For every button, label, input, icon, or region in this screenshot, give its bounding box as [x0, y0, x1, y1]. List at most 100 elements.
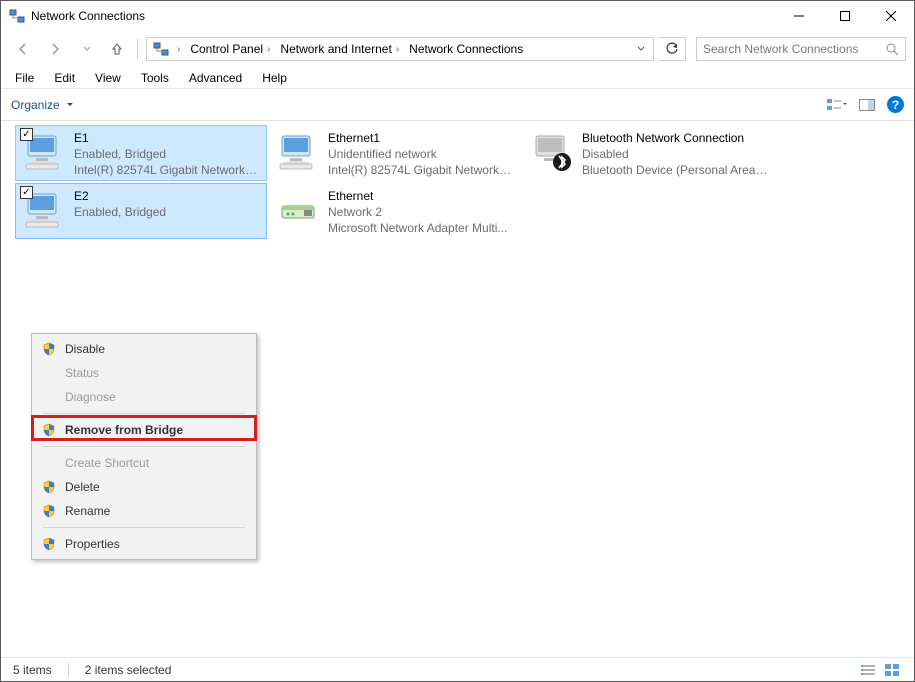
checkbox-icon[interactable]: ✓ — [20, 186, 33, 199]
recent-dropdown[interactable] — [73, 37, 101, 61]
connection-icon: ✓ — [22, 130, 66, 174]
organize-menu[interactable]: Organize — [11, 98, 74, 112]
uac-shield-icon — [41, 536, 57, 552]
breadcrumb-label: Network Connections — [409, 42, 523, 56]
context-menu-label: Remove from Bridge — [65, 423, 183, 437]
menu-tools[interactable]: Tools — [131, 69, 179, 87]
uac-shield-icon — [41, 503, 57, 519]
statusbar: 5 items 2 items selected — [1, 657, 914, 681]
connection-device: Bluetooth Device (Personal Area ... — [582, 162, 768, 178]
connection-name: E1 — [74, 130, 260, 146]
connection-item[interactable]: ✓ E1Enabled, BridgedIntel(R) 82574L Gigab… — [15, 125, 267, 181]
up-button[interactable] — [105, 37, 129, 61]
connection-item[interactable]: EthernetNetwork 2Microsoft Network Adapt… — [269, 183, 521, 239]
tiles-view-button[interactable] — [882, 661, 902, 679]
breadcrumb-root-chevron[interactable]: › — [173, 42, 186, 57]
forward-button[interactable] — [41, 37, 69, 61]
context-menu-label: Status — [65, 366, 99, 380]
connection-device: Intel(R) 82574L Gigabit Network C... — [328, 162, 514, 178]
context-menu-label: Create Shortcut — [65, 456, 149, 470]
connection-item[interactable]: ✓ E2Enabled, Bridged — [15, 183, 267, 239]
connection-device: Intel(R) 82574L Gigabit Network C... — [74, 162, 260, 178]
context-menu-label: Disable — [65, 342, 105, 356]
breadcrumb-network-connections[interactable]: Network Connections — [405, 40, 529, 58]
back-button[interactable] — [9, 37, 37, 61]
maximize-button[interactable] — [822, 1, 868, 31]
help-button[interactable]: ? — [887, 96, 904, 113]
checkbox-icon[interactable]: ✓ — [20, 128, 33, 141]
context-menu-item[interactable]: Remove from Bridge — [35, 418, 253, 442]
nav-separator — [137, 39, 138, 59]
navbar: › Control Panel› Network and Internet› N… — [1, 31, 914, 67]
status-separator — [68, 663, 69, 677]
context-menu-label: Diagnose — [65, 390, 116, 404]
preview-pane-button[interactable] — [857, 95, 877, 115]
menu-advanced[interactable]: Advanced — [179, 69, 252, 87]
context-menu-label: Properties — [65, 537, 120, 551]
organize-label: Organize — [11, 98, 60, 112]
context-menu-separator — [43, 446, 245, 447]
toolbar: Organize ? — [1, 89, 914, 121]
context-menu-item[interactable]: Rename — [35, 499, 253, 523]
context-menu-label: Rename — [65, 504, 110, 518]
uac-shield-icon — [41, 341, 57, 357]
search-box[interactable] — [696, 37, 906, 61]
connection-item[interactable]: Ethernet1Unidentified networkIntel(R) 82… — [269, 125, 521, 181]
breadcrumb-control-panel[interactable]: Control Panel› — [186, 40, 276, 58]
context-menu-item: Diagnose — [35, 385, 253, 409]
connection-status: Enabled, Bridged — [74, 204, 166, 220]
context-menu-label: Delete — [65, 480, 100, 494]
connection-text: Bluetooth Network ConnectionDisabledBlue… — [582, 130, 768, 179]
uac-shield-icon — [41, 422, 57, 438]
context-menu-item[interactable]: Delete — [35, 475, 253, 499]
details-view-button[interactable] — [858, 661, 878, 679]
connection-text: E1Enabled, BridgedIntel(R) 82574L Gigabi… — [74, 130, 260, 179]
connection-name: Ethernet — [328, 188, 507, 204]
search-icon — [885, 42, 899, 56]
window-title: Network Connections — [31, 9, 776, 23]
context-menu-separator — [43, 413, 245, 414]
connection-icon — [530, 130, 574, 174]
menu-view[interactable]: View — [85, 69, 131, 87]
connection-item[interactable]: Bluetooth Network ConnectionDisabledBlue… — [523, 125, 775, 181]
close-button[interactable] — [868, 1, 914, 31]
window-controls — [776, 1, 914, 31]
breadcrumb-label: Control Panel — [190, 42, 263, 56]
refresh-button[interactable] — [658, 37, 686, 61]
connection-icon — [276, 130, 320, 174]
breadcrumb-label: Network and Internet — [280, 42, 391, 56]
connection-name: Ethernet1 — [328, 130, 514, 146]
connection-icon — [276, 188, 320, 232]
titlebar: Network Connections — [1, 1, 914, 31]
location-icon — [151, 39, 171, 59]
connection-name: E2 — [74, 188, 166, 204]
search-input[interactable] — [703, 42, 885, 56]
menubar: File Edit View Tools Advanced Help — [1, 67, 914, 89]
menu-file[interactable]: File — [5, 69, 44, 87]
address-dropdown[interactable] — [631, 45, 651, 53]
view-options-button[interactable] — [827, 95, 847, 115]
menu-edit[interactable]: Edit — [44, 69, 85, 87]
status-item-count: 5 items — [13, 663, 52, 677]
connection-status: Enabled, Bridged — [74, 146, 260, 162]
minimize-button[interactable] — [776, 1, 822, 31]
context-menu-item: Status — [35, 361, 253, 385]
content-area: ✓E1Enabled, BridgedIntel(R) 82574L Gigab… — [1, 121, 914, 657]
connection-icon: ✓ — [22, 188, 66, 232]
connection-text: Ethernet1Unidentified networkIntel(R) 82… — [328, 130, 514, 179]
network-connections-icon — [9, 8, 25, 24]
connection-status: Unidentified network — [328, 146, 514, 162]
context-menu-item: Create Shortcut — [35, 451, 253, 475]
addressbar[interactable]: › Control Panel› Network and Internet› N… — [146, 37, 654, 61]
chevron-down-icon — [66, 101, 74, 109]
connection-text: EthernetNetwork 2Microsoft Network Adapt… — [328, 188, 507, 237]
status-selected-count: 2 items selected — [85, 663, 172, 677]
menu-help[interactable]: Help — [252, 69, 297, 87]
connection-name: Bluetooth Network Connection — [582, 130, 768, 146]
context-menu-separator — [43, 527, 245, 528]
connection-text: E2Enabled, Bridged — [74, 188, 166, 220]
breadcrumb-network-internet[interactable]: Network and Internet› — [276, 40, 405, 58]
context-menu-item[interactable]: Properties — [35, 532, 253, 556]
context-menu-item[interactable]: Disable — [35, 337, 253, 361]
uac-shield-icon — [41, 479, 57, 495]
